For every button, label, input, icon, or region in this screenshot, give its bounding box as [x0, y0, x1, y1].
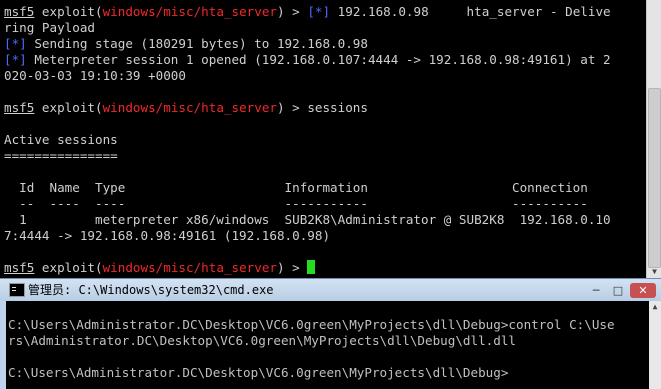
cmd-line: C:\Users\Administrator.DC\Desktop\VC6.0g… [8, 365, 509, 380]
cmd-line: C:\Users\Administrator.DC\Desktop\VC6.0g… [8, 317, 615, 332]
terminal-text: 7:4444 -> 192.168.0.98:49161 (192.168.0.… [4, 228, 331, 243]
terminal-line: 020-03-03 19:10:39 +0000 [4, 68, 186, 84]
terminal-scrollbar[interactable]: ▼ [646, 0, 661, 278]
scroll-down-arrow-icon[interactable]: ▼ [647, 266, 661, 278]
terminal-line: Active sessions [4, 132, 118, 148]
terminal-text: Meterpreter session 1 opened (192.168.0.… [26, 52, 611, 67]
terminal-text: windows/misc/hta_server [102, 100, 277, 115]
terminal-text: 1 meterpreter x86/windows SUB2K8\Adminis… [4, 212, 611, 227]
terminal-text: exploit( [34, 260, 103, 275]
terminal-line: msf5 exploit(windows/misc/hta_server) > … [4, 4, 611, 20]
terminal-text: exploit( [34, 4, 103, 19]
terminal-text: [*] [307, 4, 331, 19]
terminal-text: Active sessions [4, 132, 118, 147]
cmd-scrollbar[interactable]: ▲ [649, 301, 661, 389]
terminal-text: [*] [4, 36, 27, 51]
terminal-text: ) > [276, 4, 308, 19]
terminal-line: [*] Meterpreter session 1 opened (192.16… [4, 52, 611, 68]
terminal-text: 192.168.0.98 hta_server - Delive [330, 4, 611, 19]
terminal-text: msf5 [4, 100, 35, 115]
cmd-line: rs\Administrator.DC\Desktop\VC6.0green\M… [8, 333, 516, 348]
minimize-button[interactable]: ─ [586, 283, 606, 298]
terminal-line: [*] Sending stage (180291 bytes) to 192.… [4, 36, 368, 52]
cmd-window[interactable]: 管理员: C:\Windows\system32\cmd.exe ─ □ ✕ C… [0, 278, 661, 389]
terminal-text: ) > [276, 260, 308, 275]
text-cursor [307, 260, 316, 274]
terminal-text: ring Payload [4, 20, 95, 35]
terminal-line: Id Name Type Information Connection [4, 180, 588, 196]
terminal-text: windows/misc/hta_server [102, 260, 277, 275]
cmd-app-icon [9, 283, 25, 297]
cmd-titlebar[interactable]: 管理员: C:\Windows\system32\cmd.exe ─ □ ✕ [0, 279, 661, 301]
terminal-text: windows/misc/hta_server [102, 4, 277, 19]
terminal-text: exploit( [34, 100, 103, 115]
cmd-window-title: 管理员: C:\Windows\system32\cmd.exe [28, 283, 274, 297]
terminal-text: msf5 [4, 260, 35, 275]
terminal-text: ) > sessions [276, 100, 368, 115]
scroll-up-arrow-icon[interactable]: ▲ [649, 301, 661, 313]
terminal-line: msf5 exploit(windows/misc/hta_server) > … [4, 100, 368, 116]
terminal-line: 1 meterpreter x86/windows SUB2K8\Adminis… [4, 212, 611, 228]
terminal-text: [*] [4, 52, 27, 67]
close-button[interactable]: ✕ [630, 283, 656, 298]
terminal-text: Sending stage (180291 bytes) to 192.168.… [26, 36, 368, 51]
terminal-line: -- ---- ---- ----------- ---------- [4, 196, 588, 212]
cmd-console-output[interactable]: C:\Users\Administrator.DC\Desktop\VC6.0g… [6, 301, 649, 389]
terminal-line: ring Payload [4, 20, 95, 36]
terminal-line: msf5 exploit(windows/misc/hta_server) > [4, 260, 316, 276]
terminal-line: =============== [4, 148, 118, 164]
terminal-text: msf5 [4, 4, 35, 19]
terminal-text: Id Name Type Information Connection [4, 180, 588, 195]
terminal-text: -- ---- ---- ----------- ---------- [4, 196, 588, 211]
terminal-text: 020-03-03 19:10:39 +0000 [4, 68, 186, 83]
maximize-button[interactable]: □ [608, 283, 628, 298]
terminal-line: 7:4444 -> 192.168.0.98:49161 (192.168.0.… [4, 228, 330, 244]
scrollbar-thumb[interactable] [648, 88, 661, 268]
terminal-text: =============== [4, 148, 118, 163]
msfconsole-terminal[interactable]: msf5 exploit(windows/misc/hta_server) > … [0, 0, 646, 278]
